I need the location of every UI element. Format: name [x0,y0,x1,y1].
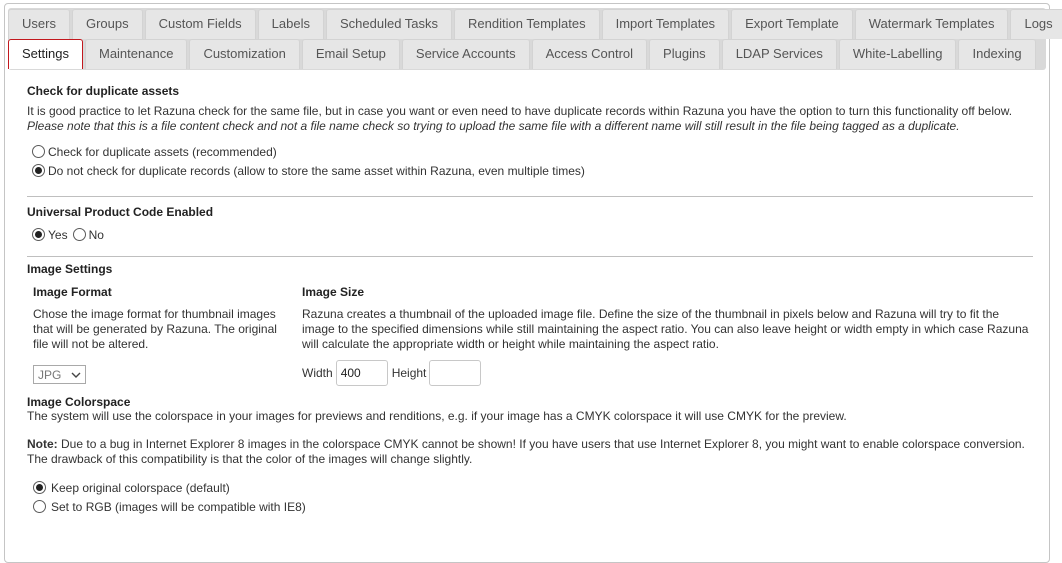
option-no-check-duplicates[interactable]: Do not check for duplicate records (allo… [32,161,1033,180]
radio-no-check-duplicates[interactable] [32,164,45,177]
tab-watermark-templates[interactable]: Watermark Templates [854,9,1009,39]
option-check-duplicates[interactable]: Check for duplicate assets (recommended) [32,142,1033,161]
tab-maintenance[interactable]: Maintenance [84,39,188,69]
image-settings-title: Image Settings [27,262,113,276]
tab-settings[interactable]: Settings [8,39,83,69]
tab-logs[interactable]: Logs [1010,9,1062,39]
tab-scheduled-tasks[interactable]: Scheduled Tasks [325,9,453,39]
tab-service-accounts[interactable]: Service Accounts [401,39,530,69]
image-format-column: Image Format Chose the image format for … [33,285,293,384]
tab-custom-fields[interactable]: Custom Fields [144,9,256,39]
option-rgb-colorspace[interactable]: Set to RGB (images will be compatible wi… [33,497,1033,516]
option-keep-colorspace[interactable]: Keep original colorspace (default) [33,478,1033,497]
height-input[interactable] [429,360,482,386]
option-no-check-duplicates-label: Do not check for duplicate records (allo… [48,163,585,178]
option-keep-colorspace-label: Keep original colorspace (default) [51,480,230,495]
tab-ldap-services[interactable]: LDAP Services [721,39,837,69]
image-size-inputs: Width 400 Height [302,360,1032,386]
tab-indexing[interactable]: Indexing [958,39,1036,69]
chevron-down-icon [71,368,81,382]
tab-groups[interactable]: Groups [71,9,143,39]
image-format-value: JPG [38,367,62,382]
radio-rgb-colorspace[interactable] [33,500,46,513]
upc-options: Yes No [32,225,1033,244]
upc-no-label: No [88,227,104,242]
radio-upc-yes[interactable] [32,228,45,241]
upc-title: Universal Product Code Enabled [27,205,214,219]
duplicates-title: Check for duplicate assets [27,84,180,98]
duplicates-note: Please note that this is a file content … [27,119,960,133]
settings-content: Check for duplicate assets It is good pr… [27,84,1033,516]
height-label: Height [391,366,427,380]
image-size-title: Image Size [302,285,365,299]
radio-upc-no[interactable] [72,228,86,241]
admin-tabbar: Users Groups Custom Fields Labels Schedu… [8,8,1062,70]
image-size-text: Razuna creates a thumbnail of the upload… [302,307,1029,351]
option-check-duplicates-label: Check for duplicate assets (recommended) [48,144,277,159]
upc-yes-label: Yes [48,227,68,242]
duplicates-text: It is good practice to let Razuna check … [27,104,1033,134]
divider [27,196,1033,197]
tab-white-labelling[interactable]: White-Labelling [838,39,957,69]
colorspace-title: Image Colorspace [27,395,131,409]
tab-plugins[interactable]: Plugins [649,39,720,69]
tab-export-template[interactable]: Export Template [731,9,853,39]
image-size-column: Image Size Razuna creates a thumbnail of… [302,285,1032,386]
colorspace-note-label: Note: [27,437,58,451]
option-rgb-colorspace-label: Set to RGB (images will be compatible wi… [51,499,306,514]
radio-keep-colorspace[interactable] [33,481,46,494]
divider [27,256,1033,257]
radio-check-duplicates[interactable] [32,145,45,158]
tab-email-setup[interactable]: Email Setup [301,39,400,69]
colorspace-note-text: Due to a bug in Internet Explorer 8 imag… [27,437,1025,466]
tab-customization[interactable]: Customization [189,39,300,69]
tab-rendition-templates[interactable]: Rendition Templates [454,9,600,39]
width-input[interactable]: 400 [335,360,388,386]
tab-labels[interactable]: Labels [257,9,324,39]
image-format-select[interactable]: JPG [33,365,86,384]
duplicates-description: It is good practice to let Razuna check … [27,104,1013,118]
colorspace-text: The system will use the colorspace in yo… [27,409,847,423]
colorspace-note: Note: Due to a bug in Internet Explorer … [27,437,1033,467]
tab-access-control[interactable]: Access Control [531,39,648,69]
tab-row-2: Settings Maintenance Customization Email… [8,39,1038,69]
image-settings-grid: Image Format Chose the image format for … [27,285,1033,387]
tab-row-1: Users Groups Custom Fields Labels Schedu… [8,9,1062,39]
width-label: Width [302,366,333,380]
tab-import-templates[interactable]: Import Templates [601,9,730,39]
image-format-title: Image Format [33,285,112,299]
image-format-text: Chose the image format for thumbnail ima… [33,307,277,351]
tab-users[interactable]: Users [8,9,70,39]
